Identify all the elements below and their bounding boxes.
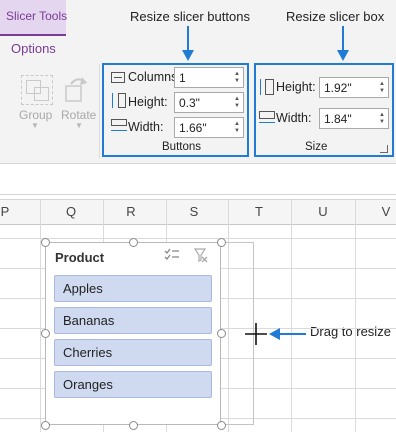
annotation-arrows [182,26,349,340]
